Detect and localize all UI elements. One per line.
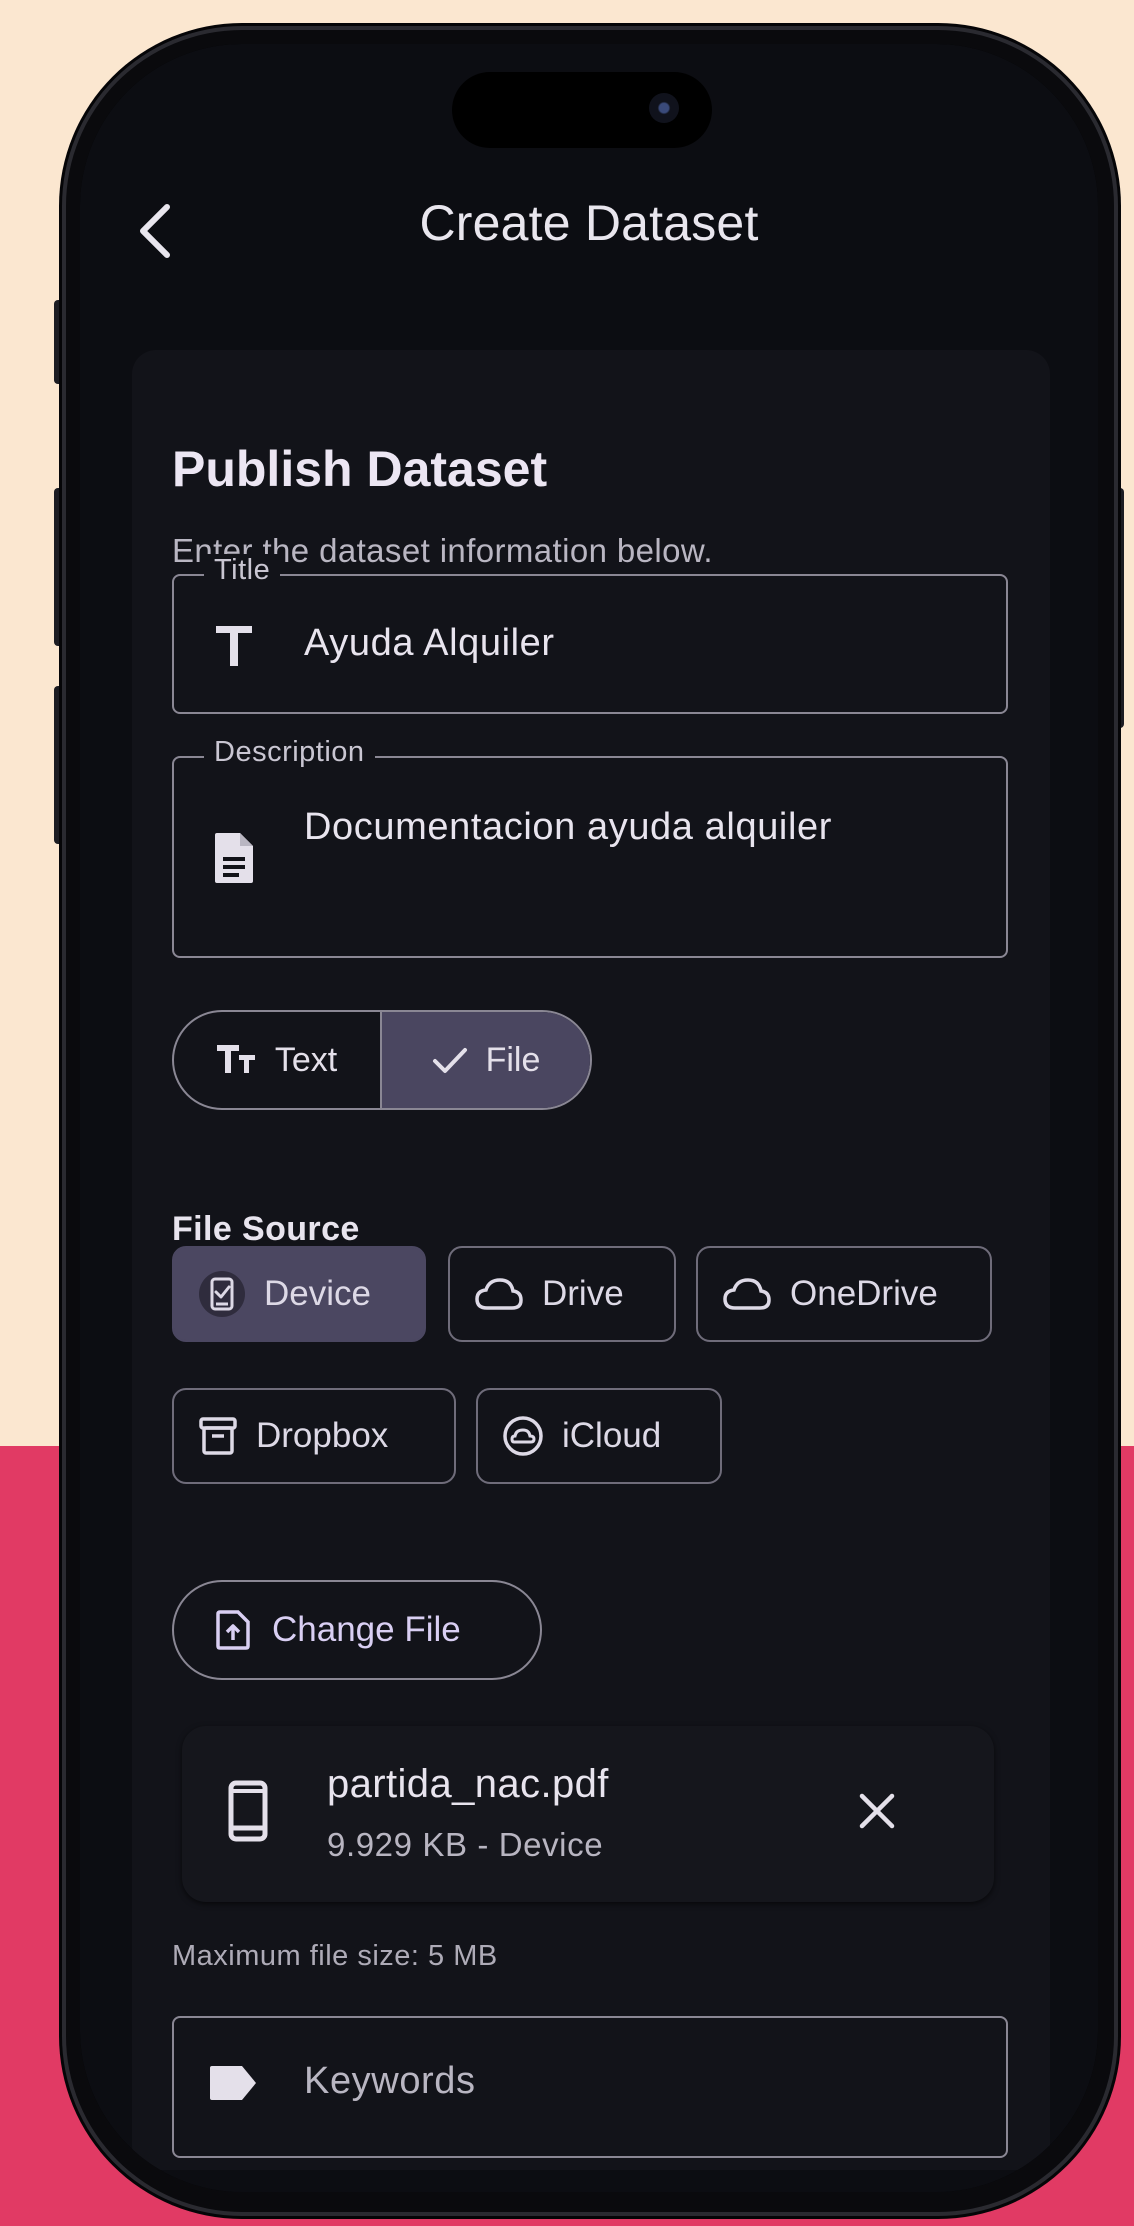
selected-file-name: partida_nac.pdf <box>327 1762 609 1806</box>
selected-file-meta: 9.929 KB - Device <box>327 1826 604 1863</box>
selected-file-card: partida_nac.pdf 9.929 KB - Device <box>182 1726 994 1902</box>
description-field-value: Documentacion ayuda alquiler <box>304 806 832 848</box>
source-chip-device[interactable]: Device <box>172 1246 426 1342</box>
source-chip-drive-label: Drive <box>542 1274 624 1313</box>
toggle-file-option[interactable]: File <box>382 1012 590 1108</box>
keywords-placeholder: Keywords <box>304 2060 476 2102</box>
page-title: Create Dataset <box>419 195 759 251</box>
source-chip-device-label: Device <box>264 1274 371 1313</box>
source-chip-icloud-label: iCloud <box>562 1416 662 1455</box>
change-file-button[interactable]: Change File <box>172 1580 542 1680</box>
source-chip-icloud[interactable]: iCloud <box>476 1388 722 1484</box>
source-chip-drive[interactable]: Drive <box>448 1246 676 1342</box>
change-file-label: Change File <box>272 1610 461 1649</box>
content-type-toggle: Text File <box>172 1010 592 1110</box>
source-chip-dropbox-label: Dropbox <box>256 1416 389 1455</box>
device-check-icon <box>199 1271 245 1317</box>
toggle-text-label: Text <box>274 1040 338 1079</box>
description-field-label: Description <box>204 736 375 769</box>
text-format-icon <box>216 1045 255 1073</box>
max-file-size-note: Maximum file size: 5 MB <box>172 1940 498 1972</box>
front-camera <box>649 93 679 123</box>
file-upload-icon <box>216 1610 250 1650</box>
cloud-icon <box>475 1278 523 1310</box>
form-heading: Publish Dataset <box>172 441 548 497</box>
screen-bottom-area <box>80 2172 1098 2192</box>
toggle-text-option[interactable]: Text <box>174 1012 382 1108</box>
app-screen: Create Dataset Publish Dataset Enter the… <box>80 44 1098 2192</box>
label-tag-icon <box>210 2066 256 2100</box>
title-field-value: Ayuda Alquiler <box>304 622 555 664</box>
source-chip-onedrive[interactable]: OneDrive <box>696 1246 992 1342</box>
icloud-icon <box>503 1416 543 1456</box>
source-chip-dropbox[interactable]: Dropbox <box>172 1388 456 1484</box>
smartphone-icon <box>228 1780 268 1842</box>
archive-box-icon <box>199 1417 237 1455</box>
remove-file-button[interactable] <box>842 1776 912 1846</box>
title-field-label: Title <box>204 554 281 587</box>
document-icon <box>204 826 264 890</box>
description-field[interactable]: Description Documentacion ayuda alquiler <box>172 736 1008 958</box>
source-chip-onedrive-label: OneDrive <box>790 1274 938 1313</box>
title-field[interactable]: Title Ayuda Alquiler <box>172 554 1008 714</box>
keywords-input[interactable]: Keywords <box>172 2016 1008 2158</box>
text-t-icon <box>204 616 264 676</box>
toggle-file-label: File <box>485 1040 541 1079</box>
cloud-icon <box>723 1278 771 1310</box>
close-icon <box>859 1793 895 1829</box>
checkmark-icon <box>432 1048 467 1073</box>
file-source-label: File Source <box>172 1210 360 1248</box>
